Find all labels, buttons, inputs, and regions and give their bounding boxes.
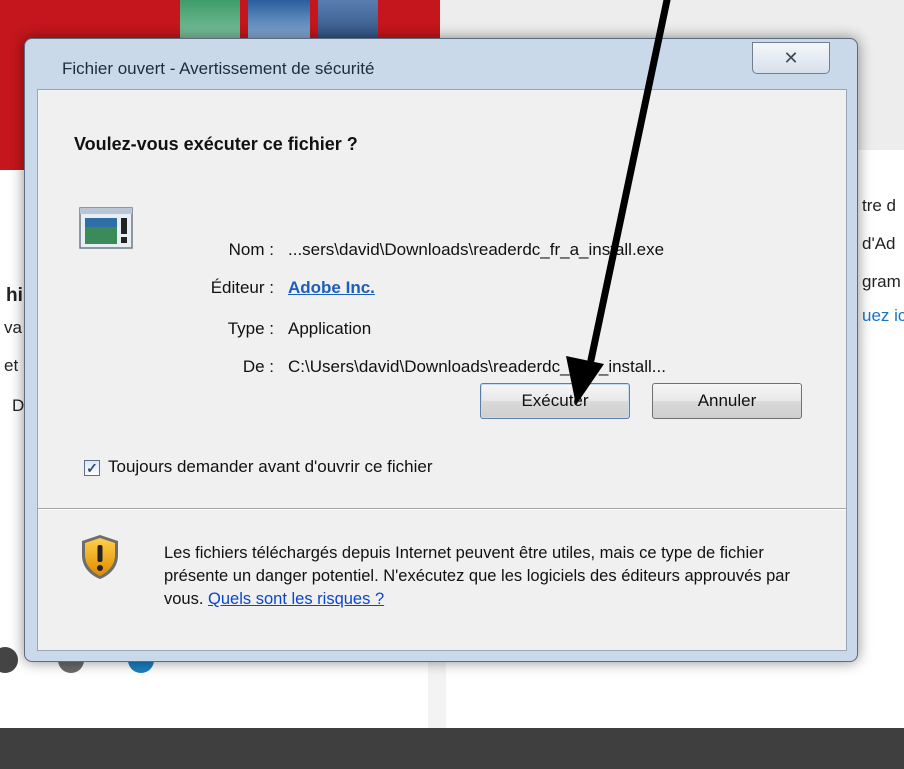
background-carousel-dot[interactable] [0,647,18,673]
close-icon: ✕ [783,47,799,68]
background-text: D [12,396,25,415]
type-label: Type : [227,319,274,338]
always-ask-label[interactable]: Toujours demander avant d'ouvrir ce fich… [108,457,433,477]
cancel-button[interactable]: Annuler [652,383,802,419]
dialog-question: Voulez-vous exécuter ce fichier ? [74,134,358,154]
publisher-label: Éditeur : [210,278,274,297]
publisher-link[interactable]: Adobe Inc. [288,278,375,298]
run-button[interactable]: Exécuter [480,383,630,419]
background-footer [0,728,904,769]
background-text: et [4,356,19,375]
type-value: Application [288,319,372,338]
background-link[interactable]: uez ic [862,306,904,326]
dialog-content: Voulez-vous exécuter ce fichier ? Nom : … [37,89,847,651]
dialog-title: Fichier ouvert - Avertissement de sécuri… [62,59,375,78]
background-heading: hi [6,285,23,306]
warning-message: Les fichiers téléchargés depuis Internet… [164,542,804,611]
security-warning-dialog: Fichier ouvert - Avertissement de sécuri… [24,38,858,662]
name-label: Nom : [228,240,274,259]
background-text: tre d [862,196,897,215]
separator [38,508,846,510]
close-button[interactable]: ✕ [752,42,830,74]
background-text: gram [862,272,901,291]
from-label: De : [242,357,274,376]
background-text: d'Ad [862,234,896,253]
always-ask-checkbox[interactable]: ✓ [84,460,100,476]
security-shield-warning-icon [82,535,118,579]
background-text: va [4,318,22,337]
risks-link[interactable]: Quels sont les risques ? [208,590,384,608]
from-value: C:\Users\david\Downloads\readerdc_fr_a_i… [288,357,666,376]
checkmark-icon: ✓ [86,460,98,476]
name-value: ...sers\david\Downloads\readerdc_fr_a_in… [288,240,665,259]
